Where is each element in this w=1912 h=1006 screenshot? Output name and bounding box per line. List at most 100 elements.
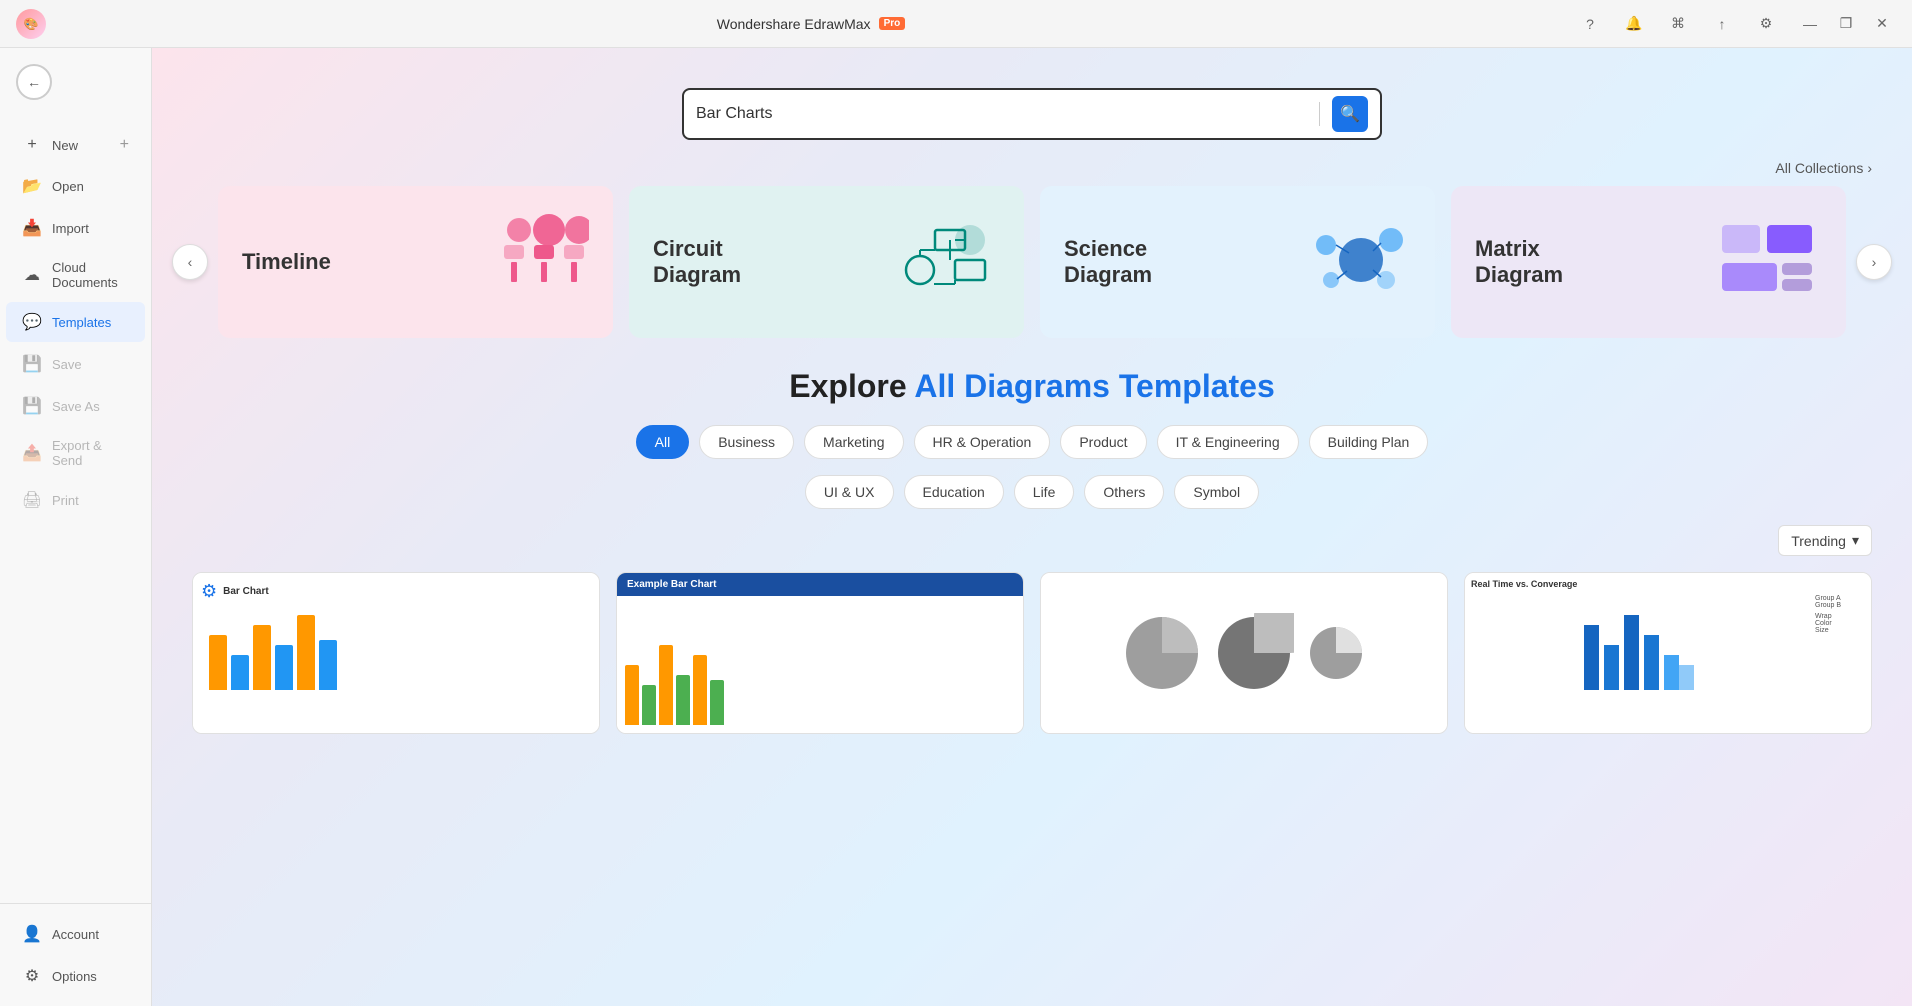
carousel-items: Timeline — [218, 186, 1846, 338]
bar-3 — [253, 625, 271, 690]
thumb-title-row: ⚙ Bar Chart — [201, 581, 591, 602]
carousel-card-circuit[interactable]: CircuitDiagram — [629, 186, 1024, 338]
bar-1 — [209, 635, 227, 690]
template-card-1[interactable]: ⚙ Bar Chart — [192, 572, 600, 734]
search-input[interactable] — [696, 105, 1307, 123]
export-icon: 📤 — [22, 443, 42, 463]
ex-bar-6 — [710, 680, 724, 725]
sidebar-label-print: Print — [52, 493, 79, 508]
sidebar-label-new: New — [52, 138, 78, 153]
filter-tab-life[interactable]: Life — [1014, 475, 1075, 509]
sidebar-item-save-as: 💾 Save As — [6, 386, 145, 426]
app-name: Wondershare EdrawMax — [717, 16, 871, 32]
maximize-button[interactable]: ❐ — [1832, 10, 1860, 38]
collections-label: All Collections — [1775, 160, 1863, 176]
sidebar-item-save: 💾 Save — [6, 344, 145, 384]
carousel-card-timeline[interactable]: Timeline — [218, 186, 613, 338]
carousel-card-icon-timeline — [489, 210, 589, 314]
ex-bar-2 — [642, 685, 656, 725]
realtime-thumb: Real Time vs. Converage — [1465, 573, 1871, 733]
carousel-prev-button[interactable]: ‹ — [172, 244, 208, 280]
template-card-3[interactable] — [1040, 572, 1448, 734]
sidebar-item-options[interactable]: ⚙ Options — [6, 956, 145, 996]
template-thumb-4: Real Time vs. Converage — [1465, 573, 1871, 733]
filter-tab-hr[interactable]: HR & Operation — [914, 425, 1051, 459]
ex-bar-4 — [676, 675, 690, 725]
save-as-icon: 💾 — [22, 396, 42, 416]
pie-svg-2 — [1214, 613, 1294, 693]
template-card-4[interactable]: Real Time vs. Converage — [1464, 572, 1872, 734]
sidebar-label-save-as: Save As — [52, 399, 100, 414]
help-button[interactable]: ? — [1576, 10, 1604, 38]
carousel-card-science[interactable]: ScienceDiagram — [1040, 186, 1435, 338]
trending-row: Trending ▾ — [192, 525, 1872, 572]
back-button[interactable]: ← — [16, 64, 52, 100]
sidebar-item-export: 📤 Export & Send — [6, 428, 145, 478]
sidebar-item-templates[interactable]: 💬 Templates — [6, 302, 145, 342]
sidebar-label-account: Account — [52, 927, 99, 942]
import-icon: 📥 — [22, 218, 42, 238]
realtime-content: Group A Group B Wrap Color Size — [1471, 595, 1865, 697]
print-icon: 🖨 — [22, 490, 42, 510]
account-icon: 👤 — [22, 924, 42, 944]
template-thumb-3 — [1041, 573, 1447, 733]
app-body: ← + New + 📂 Open 📥 Import ☁ Cloud Docume… — [0, 48, 1912, 1006]
realtime-title: Real Time vs. Converage — [1471, 579, 1865, 589]
filter-tab-all[interactable]: All — [636, 425, 690, 459]
settings-button[interactable]: ⚙ — [1752, 10, 1780, 38]
filter-tab-others[interactable]: Others — [1084, 475, 1164, 509]
sidebar-footer: 👤 Account ⚙ Options — [0, 903, 151, 1006]
sidebar-item-open[interactable]: 📂 Open — [6, 166, 145, 206]
explore-section: Explore All Diagrams Templates All Busin… — [152, 338, 1912, 774]
collections-anchor[interactable]: All Collections › — [1775, 160, 1872, 176]
realtime-legend: Group A Group B Wrap Color Size — [1815, 595, 1865, 697]
example-chart-header: Example Bar Chart — [617, 573, 1023, 596]
share-button[interactable]: ↑ — [1708, 10, 1736, 38]
pro-badge: Pro — [879, 17, 906, 30]
search-button[interactable]: 🔍 — [1332, 96, 1368, 132]
trending-select[interactable]: Trending ▾ — [1778, 525, 1872, 556]
example-chart-area — [617, 596, 1023, 733]
filter-tab-product[interactable]: Product — [1060, 425, 1146, 459]
minimize-button[interactable]: — — [1796, 10, 1824, 38]
collections-link[interactable]: All Collections › — [152, 160, 1912, 186]
ex-bar-5 — [693, 655, 707, 725]
carousel-card-matrix[interactable]: MatrixDiagram — [1451, 186, 1846, 338]
carousel-next-button[interactable]: › — [1856, 244, 1892, 280]
filter-tab-it[interactable]: IT & Engineering — [1157, 425, 1299, 459]
bar-chart-label: Bar Chart — [223, 586, 269, 597]
filter-tab-education[interactable]: Education — [904, 475, 1004, 509]
filter-tab-business[interactable]: Business — [699, 425, 794, 459]
sidebar-label-options: Options — [52, 969, 97, 984]
sidebar-label-open: Open — [52, 179, 84, 194]
carousel: ‹ Timeline — [152, 186, 1912, 338]
sidebar-item-cloud[interactable]: ☁ Cloud Documents — [6, 250, 145, 300]
notifications-button[interactable]: 🔔 — [1620, 10, 1648, 38]
window-controls: — ❐ ✕ — [1796, 10, 1896, 38]
sidebar-item-account[interactable]: 👤 Account — [6, 914, 145, 954]
command-palette-button[interactable]: ⌘ — [1664, 10, 1692, 38]
ex-bar-1 — [625, 665, 639, 725]
filter-tab-uiux[interactable]: UI & UX — [805, 475, 894, 509]
carousel-card-icon-circuit — [890, 215, 1000, 310]
main-content: 🔍 All Collections › ‹ Timeline — [152, 48, 1912, 1006]
pie-svg-1 — [1122, 613, 1202, 693]
sidebar-label-import: Import — [52, 221, 89, 236]
carousel-card-icon-science — [1301, 215, 1411, 310]
template-card-2[interactable]: Example Bar Chart — [616, 572, 1024, 734]
filter-tabs: All Business Marketing HR & Operation Pr… — [192, 425, 1872, 459]
realtime-chart — [1471, 595, 1807, 697]
sidebar-item-import[interactable]: 📥 Import — [6, 208, 145, 248]
sidebar-item-new[interactable]: + New + — [6, 126, 145, 164]
templates-grid: ⚙ Bar Chart — [192, 572, 1872, 754]
carousel-card-title-circuit: CircuitDiagram — [653, 236, 741, 289]
filter-tab-marketing[interactable]: Marketing — [804, 425, 903, 459]
close-button[interactable]: ✕ — [1868, 10, 1896, 38]
carousel-card-title-matrix: MatrixDiagram — [1475, 236, 1563, 289]
filter-tab-symbol[interactable]: Symbol — [1174, 475, 1259, 509]
options-icon: ⚙ — [22, 966, 42, 986]
filter-tab-building[interactable]: Building Plan — [1309, 425, 1429, 459]
avatar[interactable]: 🎨 — [16, 9, 46, 39]
bar-5 — [297, 615, 315, 690]
carousel-card-title-timeline: Timeline — [242, 249, 331, 275]
